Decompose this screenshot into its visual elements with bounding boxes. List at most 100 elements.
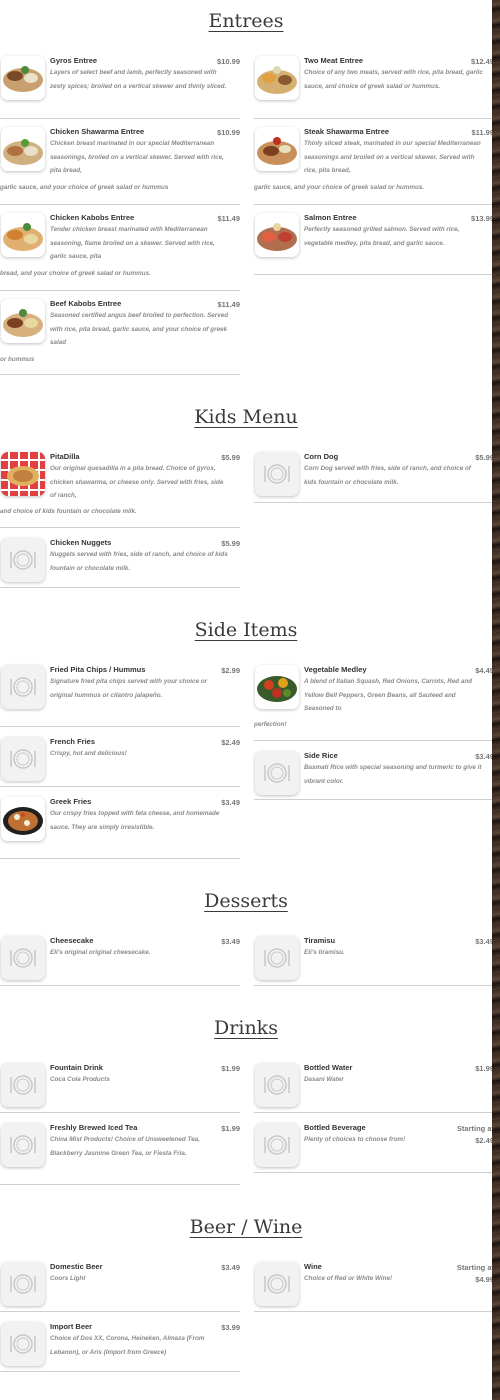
item-description: Signature fried pita chips served with y… <box>50 678 208 699</box>
food-photo <box>1 299 45 343</box>
placeholder-icon <box>1 1123 45 1167</box>
item-description: Tender chicken breast marinated with Med… <box>50 226 215 261</box>
item-description: Eli's original original cheesecake. <box>50 949 151 956</box>
placeholder-icon <box>1 665 45 709</box>
menu-item[interactable]: Corn Dog $5.99 Corn Dog served with frie… <box>254 452 492 504</box>
item-description: Perfectly seasoned grilled salmon. Serve… <box>304 226 460 247</box>
food-photo <box>1 797 45 841</box>
placeholder-icon <box>1 538 45 582</box>
item-name: Cheesecake <box>50 936 94 945</box>
item-description: Basmati Rice with special seasoning and … <box>304 764 482 785</box>
placeholder-icon <box>255 452 299 496</box>
divider <box>0 786 240 787</box>
item-description-tail: garlic sauce, and your choice of greek s… <box>0 184 169 191</box>
item-description: Choice of Dos XX, Corona, Heineken, Alma… <box>50 1335 205 1356</box>
divider <box>254 204 492 205</box>
divider <box>254 274 492 275</box>
menu-item[interactable]: Tiramisu $3.49 Eli's tiramisu. <box>254 936 492 988</box>
menu-item[interactable]: Bottled Water $1.99 Dasani Water <box>254 1063 492 1115</box>
placeholder-icon <box>1 936 45 980</box>
item-name: Vegetable Medley <box>304 665 367 674</box>
item-name: Fried Pita Chips / Hummus <box>50 665 146 674</box>
menu-item[interactable]: Side Rice $3.49 Basmati Rice with specia… <box>254 751 492 803</box>
menu-item[interactable]: Salmon Entree $13.99 Perfectly seasoned … <box>254 213 492 277</box>
section-title: Side Items <box>194 619 298 641</box>
menu-item[interactable]: Bottled Beverage Starting at $2.49 Plent… <box>254 1123 492 1175</box>
menu-item[interactable]: French Fries $2.49 Crispy, hot and delic… <box>0 737 240 789</box>
divider <box>0 290 240 291</box>
item-description-tail: or hummus <box>0 356 35 363</box>
item-name: Two Meat Entree <box>304 56 364 65</box>
item-description: Coca Cola Products <box>50 1076 110 1083</box>
section-title: Kids Menu <box>194 406 298 428</box>
divider <box>0 1184 240 1185</box>
item-description: Our crispy fries topped with feta cheese… <box>50 810 220 831</box>
item-description: Corn Dog served with fries, side of ranc… <box>304 465 471 486</box>
item-name: Beef Kabobs Entree <box>50 299 122 308</box>
menu-item[interactable]: Steak Shawarma Entree $11.99 Thinly slic… <box>254 127 492 207</box>
menu-item[interactable]: Gyros Entree $10.99 Layers of select bee… <box>0 56 240 120</box>
divider <box>254 1112 492 1113</box>
item-description: Choice of any two meats, served with ric… <box>304 69 483 90</box>
menu-item[interactable]: Vegetable Medley $4.49 A blend of Italia… <box>254 665 492 745</box>
section-title: Beer / Wine <box>189 1216 303 1238</box>
placeholder-icon <box>255 1063 299 1107</box>
item-name: Side Rice <box>304 751 338 760</box>
menu-item[interactable]: Chicken Kabobs Entree $11.49 Tender chic… <box>0 213 240 293</box>
menu-item[interactable]: Fountain Drink $1.99 Coca Cola Products <box>0 1063 240 1115</box>
food-photo <box>1 213 45 257</box>
menu-item[interactable]: Import Beer $3.99 Choice of Dos XX, Coro… <box>0 1322 240 1374</box>
menu-item[interactable]: Two Meat Entree $12.49 Choice of any two… <box>254 56 492 120</box>
placeholder-icon <box>255 1262 299 1306</box>
placeholder-icon <box>1 1322 45 1366</box>
item-name: Wine <box>304 1262 322 1271</box>
item-name: PitaDilla <box>50 452 80 461</box>
divider <box>254 1172 492 1173</box>
menu-item[interactable]: PitaDilla $5.99 Our original quesadilla … <box>0 452 240 532</box>
menu-item[interactable]: Chicken Shawarma Entree $10.99 Chicken b… <box>0 127 240 207</box>
placeholder-icon <box>255 936 299 980</box>
divider <box>254 118 492 119</box>
item-name: Domestic Beer <box>50 1262 103 1271</box>
menu-item[interactable]: Domestic Beer $3.49 Coors Light <box>0 1262 240 1314</box>
item-name: French Fries <box>50 737 96 746</box>
food-photo <box>255 213 299 257</box>
divider <box>254 985 492 986</box>
item-name: Import Beer <box>50 1322 93 1331</box>
section-title: Desserts <box>204 890 288 912</box>
item-description: Nuggets served with fries, side of ranch… <box>50 551 228 572</box>
divider <box>0 858 240 859</box>
menu-item[interactable]: Beef Kabobs Entree $11.49 Seasoned certi… <box>0 299 240 379</box>
section-title: Entrees <box>208 10 284 32</box>
item-description: China Mist Products! Choice of Unsweeten… <box>50 1136 200 1157</box>
divider <box>254 799 492 800</box>
item-name: Gyros Entree <box>50 56 98 65</box>
item-name: Freshly Brewed Iced Tea <box>50 1123 138 1132</box>
item-name: Tiramisu <box>304 936 336 945</box>
item-description: Layers of select beef and lamb, perfectl… <box>50 69 227 90</box>
food-photo <box>1 452 45 496</box>
item-description: A blend of Italian Squash, Red Onions, C… <box>304 678 473 713</box>
divider <box>0 118 240 119</box>
menu-item[interactable]: Greek Fries $3.49 Our crispy fries toppe… <box>0 797 240 861</box>
food-photo <box>255 665 299 709</box>
menu-page: Entrees Gyros Entree $10.99 Layers of se… <box>0 0 492 1400</box>
menu-item[interactable]: Freshly Brewed Iced Tea $1.99 China Mist… <box>0 1123 240 1187</box>
menu-item[interactable]: Chicken Nuggets $5.99 Nuggets served wit… <box>0 538 240 590</box>
menu-item[interactable]: Fried Pita Chips / Hummus $2.99 Signatur… <box>0 665 240 729</box>
menu-item[interactable]: Cheesecake $3.49 Eli's original original… <box>0 936 240 988</box>
divider <box>0 1311 240 1312</box>
divider <box>0 204 240 205</box>
food-photo <box>255 127 299 171</box>
item-description: Choice of Red or White Wine! <box>304 1275 393 1282</box>
item-name: Chicken Nuggets <box>50 538 112 547</box>
menu-item[interactable]: Wine Starting at $4.99 Choice of Red or … <box>254 1262 492 1314</box>
item-name: Bottled Beverage <box>304 1123 366 1132</box>
item-description-tail: bread, and your choice of greek salad or… <box>0 270 151 277</box>
item-description: Chicken breast marinated in our special … <box>50 140 224 175</box>
item-description: Plenty of choices to choose from! <box>304 1136 406 1143</box>
divider <box>254 502 492 503</box>
divider <box>0 587 240 588</box>
item-description: Coors Light <box>50 1275 86 1282</box>
item-name: Corn Dog <box>304 452 339 461</box>
